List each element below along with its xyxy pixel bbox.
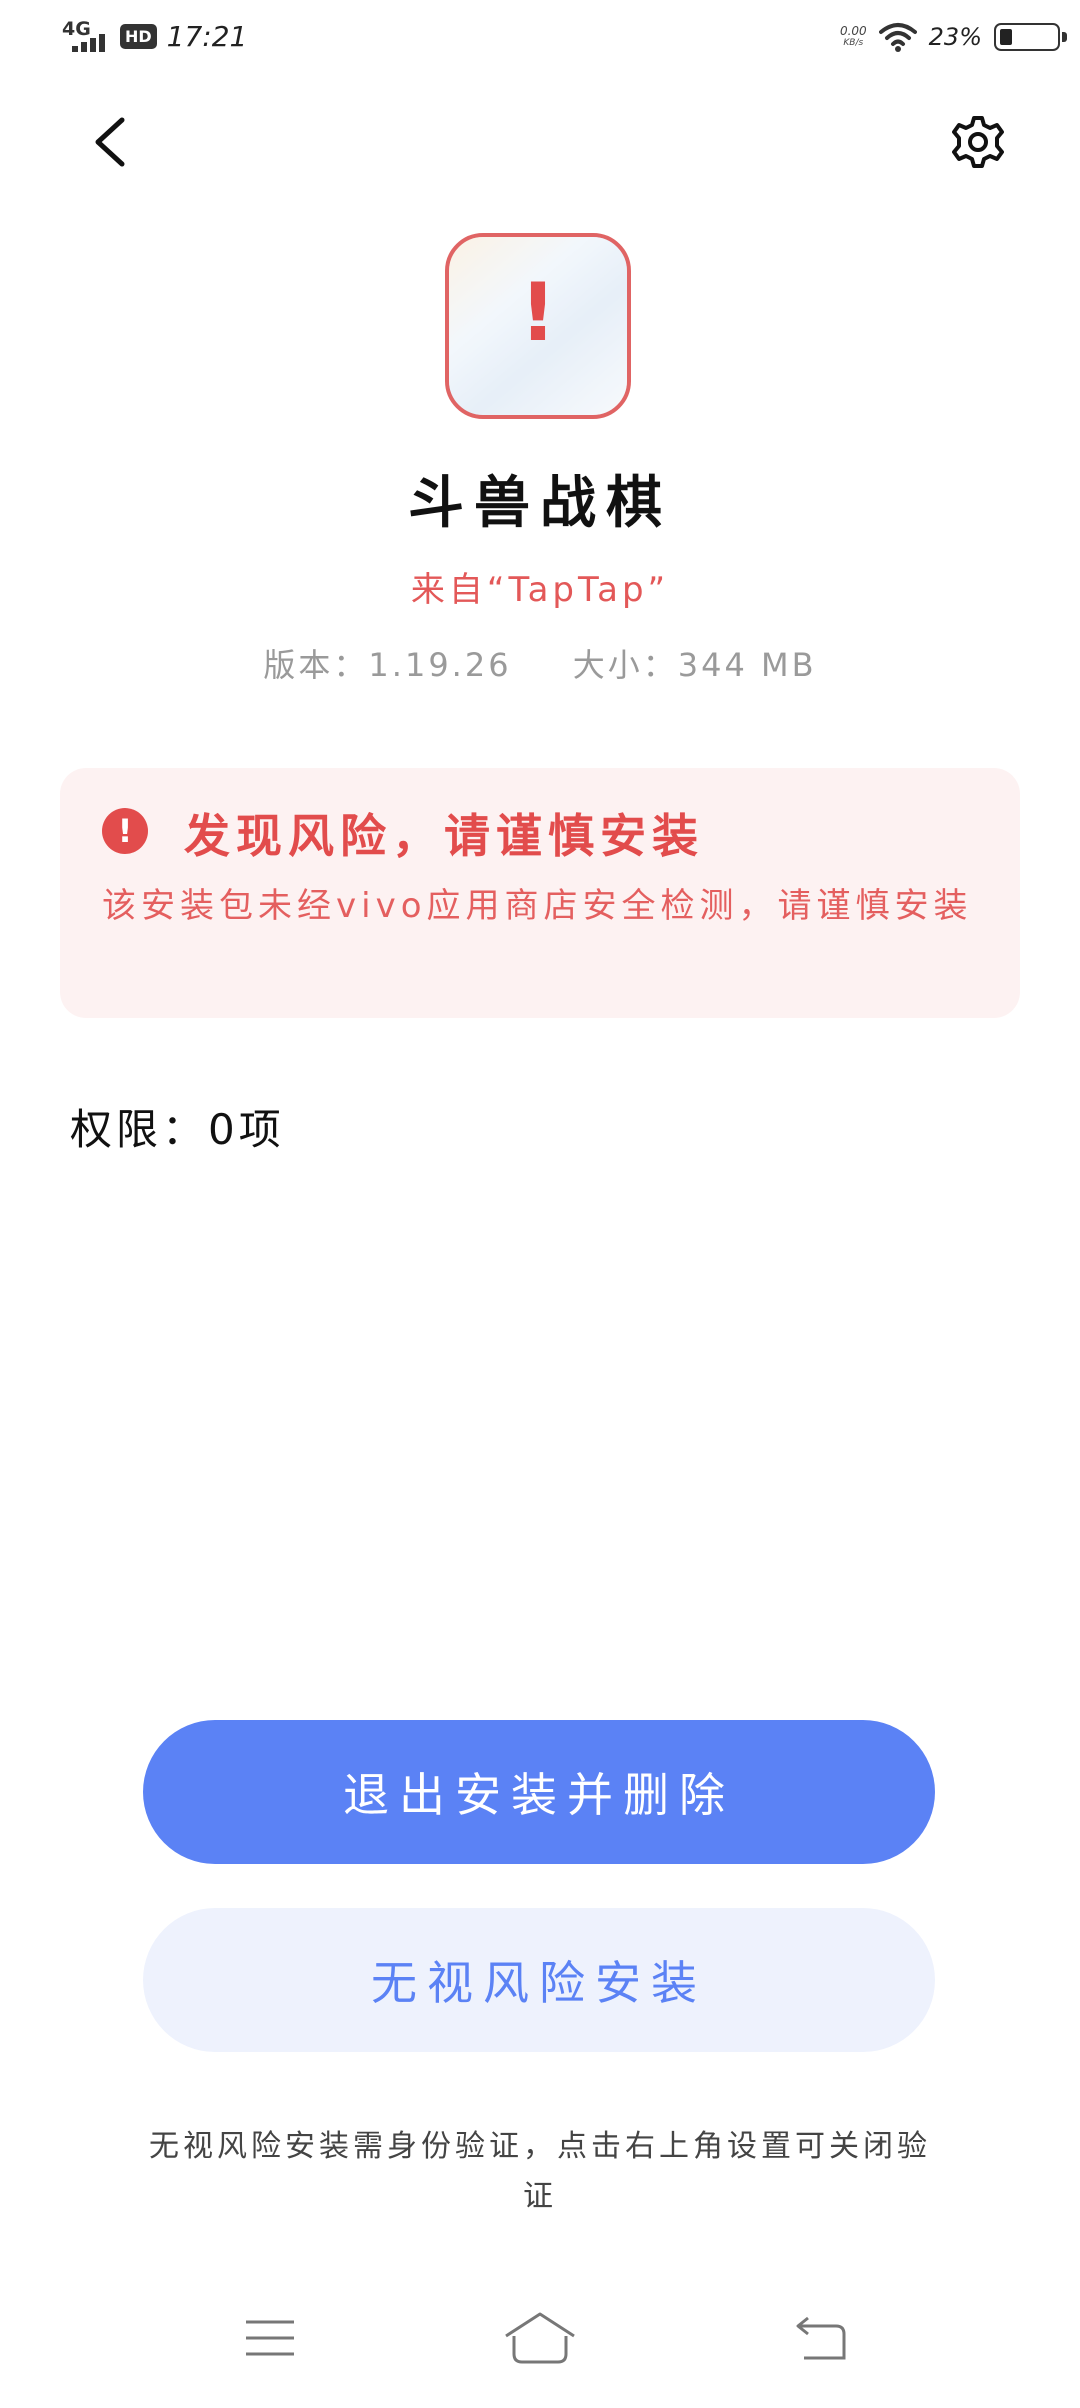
- warning-title: 发现风险，请谨慎安装: [184, 809, 704, 863]
- app-version: 版本：1.19.26: [263, 646, 512, 684]
- nav-back-button[interactable]: [794, 2314, 848, 2362]
- battery-fill: [1000, 29, 1012, 45]
- status-right: 0.00 KB/s 23%: [839, 22, 1067, 52]
- status-bar: 4G HD 17:21 0.00 KB/s 23%: [0, 0, 1080, 80]
- permissions-count[interactable]: 权限：0项: [70, 1096, 285, 1157]
- wifi-icon: [878, 23, 917, 52]
- settings-button[interactable]: [948, 112, 1008, 172]
- menu-icon: [246, 2320, 294, 2356]
- app-meta: 版本：1.19.26 大小：344 MB: [0, 640, 1080, 686]
- home-icon: [505, 2312, 575, 2364]
- status-left: 4G HD 17:21: [62, 18, 247, 54]
- verification-hint: 无视风险安装需身份验证，点击右上角设置可关闭验证: [149, 2129, 931, 2214]
- battery-icon: [994, 23, 1067, 51]
- alert-icon: !: [102, 808, 148, 854]
- cellular-signal-icon: 4G: [62, 18, 110, 54]
- app-icon: !: [445, 233, 631, 419]
- exit-and-delete-button[interactable]: 退出安装并删除: [143, 1720, 935, 1864]
- app-name: 斗兽战棋: [408, 471, 672, 536]
- nav-home-button[interactable]: [502, 2310, 578, 2366]
- clock: 17:21: [166, 19, 248, 53]
- gear-icon: [952, 116, 1004, 168]
- ignore-risk-install-button[interactable]: 无视风险安装: [143, 1908, 935, 2052]
- exclamation-icon: !: [519, 266, 557, 359]
- chevron-left-icon: [95, 117, 125, 167]
- return-icon: [796, 2316, 846, 2360]
- back-button[interactable]: [82, 112, 142, 172]
- nav-menu-button[interactable]: [244, 2318, 296, 2358]
- net-speed: 0.00 KB/s: [839, 24, 867, 48]
- battery-percent: 23%: [928, 23, 982, 51]
- hd-badge: HD: [120, 23, 157, 49]
- warning-body: 该安装包未经vivo应用商店安全检测，请谨慎安装: [102, 886, 973, 926]
- app-size: 大小：344 MB: [572, 646, 817, 684]
- app-source: 来自“TapTap”: [410, 570, 670, 610]
